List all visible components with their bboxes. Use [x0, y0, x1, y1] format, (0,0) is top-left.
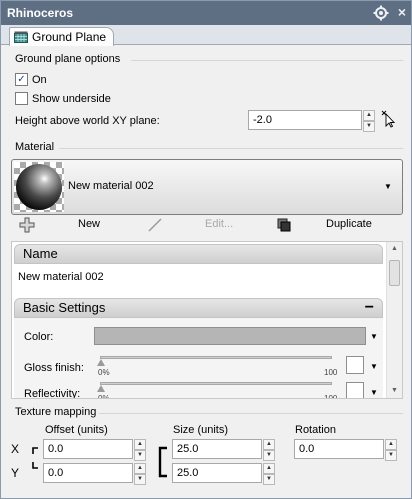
spin-up-icon[interactable]: ▲ [263, 439, 275, 450]
tab-strip: Ground Plane [1, 25, 411, 46]
show-underside-checkbox-row[interactable]: Show underside [15, 92, 111, 105]
show-underside-label: Show underside [32, 92, 111, 105]
duplicate-icon[interactable] [276, 217, 292, 233]
on-checkbox-row[interactable]: ✓ On [15, 73, 47, 86]
x-axis-label: X [11, 442, 20, 456]
spin-up-icon[interactable]: ▲ [363, 110, 375, 121]
height-input[interactable]: -2.0 [248, 110, 362, 130]
gloss-slider-thumb[interactable] [97, 359, 105, 366]
reflectivity-color-box[interactable] [346, 382, 364, 398]
gloss-slider-track[interactable] [100, 356, 332, 359]
scroll-down-icon[interactable]: ▼ [387, 384, 402, 398]
close-icon[interactable]: × [398, 4, 406, 20]
material-dropdown[interactable]: New material 002 ▼ [11, 159, 403, 215]
gloss-max-label: 100 [324, 368, 338, 377]
material-sphere-icon [16, 164, 62, 210]
material-selected-name: New material 002 [68, 180, 154, 192]
divider [59, 148, 403, 149]
rotation-header: Rotation [295, 424, 336, 436]
material-heading: Material [15, 141, 55, 153]
reflectivity-slider-track[interactable] [100, 382, 332, 385]
on-checkbox[interactable]: ✓ [15, 73, 28, 86]
ground-plane-options-heading: Ground plane options [15, 53, 121, 65]
name-group-header[interactable]: Name [14, 244, 383, 264]
color-label: Color: [24, 331, 54, 343]
scrollbar-thumb[interactable] [389, 260, 400, 286]
spin-down-icon[interactable]: ▼ [263, 450, 275, 461]
gloss-label: Gloss finish: [24, 362, 84, 374]
size-header: Size (units) [173, 424, 229, 436]
gloss-min-label: 0% [98, 368, 110, 377]
plus-icon [19, 217, 35, 233]
spin-up-icon[interactable]: ▲ [134, 439, 146, 450]
new-material-button[interactable] [19, 217, 35, 233]
offset-y-input[interactable]: 0.0 [43, 463, 133, 483]
gloss-color-box[interactable] [346, 356, 364, 374]
spin-down-icon[interactable]: ▼ [134, 450, 146, 461]
size-y-input[interactable]: 25.0 [172, 463, 262, 483]
spin-up-icon[interactable]: ▲ [134, 463, 146, 474]
basic-settings-body: Color: ▼ Gloss finish: 0% 100 ▼ Reflecti… [14, 318, 383, 399]
spin-down-icon[interactable]: ▼ [263, 474, 275, 485]
spin-up-icon[interactable]: ▲ [385, 439, 397, 450]
ground-plane-panel: Rhinoceros × Ground Plane Ground plane o… [0, 0, 412, 499]
size-y-spinner[interactable]: ▲ ▼ [263, 463, 275, 485]
texture-mapping-heading: Texture mapping [15, 406, 97, 418]
scrollbar[interactable]: ▲ ▼ [386, 242, 402, 398]
reflectivity-slider-thumb[interactable] [97, 385, 105, 392]
title-bar: Rhinoceros × [1, 1, 411, 25]
spin-up-icon[interactable]: ▲ [263, 463, 275, 474]
chevron-down-icon[interactable]: ▼ [370, 332, 378, 341]
show-underside-checkbox[interactable] [15, 92, 28, 105]
divider [99, 413, 403, 414]
rotation-spinner[interactable]: ▲ ▼ [385, 439, 397, 461]
offset-header: Offset (units) [45, 424, 108, 436]
material-preview-swatch [14, 162, 64, 212]
spin-down-icon[interactable]: ▼ [363, 121, 375, 132]
reflectivity-max-label: 100 [324, 394, 338, 399]
spin-down-icon[interactable]: ▼ [134, 474, 146, 485]
duplicate-button[interactable]: Duplicate [326, 218, 372, 230]
edit-button[interactable]: Edit... [205, 218, 233, 230]
new-button-label[interactable]: New [78, 218, 100, 230]
ground-plane-icon [14, 31, 28, 43]
collapse-icon[interactable]: − [365, 299, 374, 317]
pick-arrow-icon[interactable] [381, 110, 395, 128]
divider [131, 60, 403, 61]
height-spinner[interactable]: ▲ ▼ [363, 110, 375, 132]
scroll-up-icon[interactable]: ▲ [387, 242, 402, 256]
offset-x-input[interactable]: 0.0 [43, 439, 133, 459]
reflectivity-min-label: 0% [98, 394, 110, 399]
size-x-spinner[interactable]: ▲ ▼ [263, 439, 275, 461]
offset-lock-icon[interactable] [29, 445, 41, 471]
material-name-field[interactable]: New material 002 [18, 271, 104, 283]
name-group-body: New material 002 [14, 264, 383, 290]
on-checkbox-label: On [32, 73, 47, 86]
offset-x-spinner[interactable]: ▲ ▼ [134, 439, 146, 461]
spin-down-icon[interactable]: ▼ [385, 450, 397, 461]
offset-y-spinner[interactable]: ▲ ▼ [134, 463, 146, 485]
basic-settings-header[interactable]: Basic Settings − [14, 298, 383, 318]
material-properties-area[interactable]: Name New material 002 Basic Settings − C… [11, 241, 403, 399]
rotation-input[interactable]: 0.0 [294, 439, 384, 459]
chevron-down-icon[interactable]: ▼ [384, 182, 392, 191]
edit-pencil-icon [148, 218, 162, 232]
chevron-down-icon[interactable]: ▼ [370, 362, 378, 371]
size-lock-icon[interactable] [157, 446, 169, 478]
window-title: Rhinoceros [7, 6, 74, 20]
y-axis-label: Y [11, 466, 20, 480]
tab-ground-plane[interactable]: Ground Plane [9, 27, 114, 46]
tab-label: Ground Plane [32, 30, 107, 44]
size-x-input[interactable]: 25.0 [172, 439, 262, 459]
chevron-down-icon[interactable]: ▼ [370, 388, 378, 397]
gear-icon[interactable] [373, 5, 389, 21]
reflectivity-label: Reflectivity: [24, 388, 81, 399]
basic-settings-title: Basic Settings [23, 300, 106, 315]
height-label: Height above world XY plane: [15, 115, 160, 127]
color-swatch-field[interactable] [94, 327, 366, 345]
